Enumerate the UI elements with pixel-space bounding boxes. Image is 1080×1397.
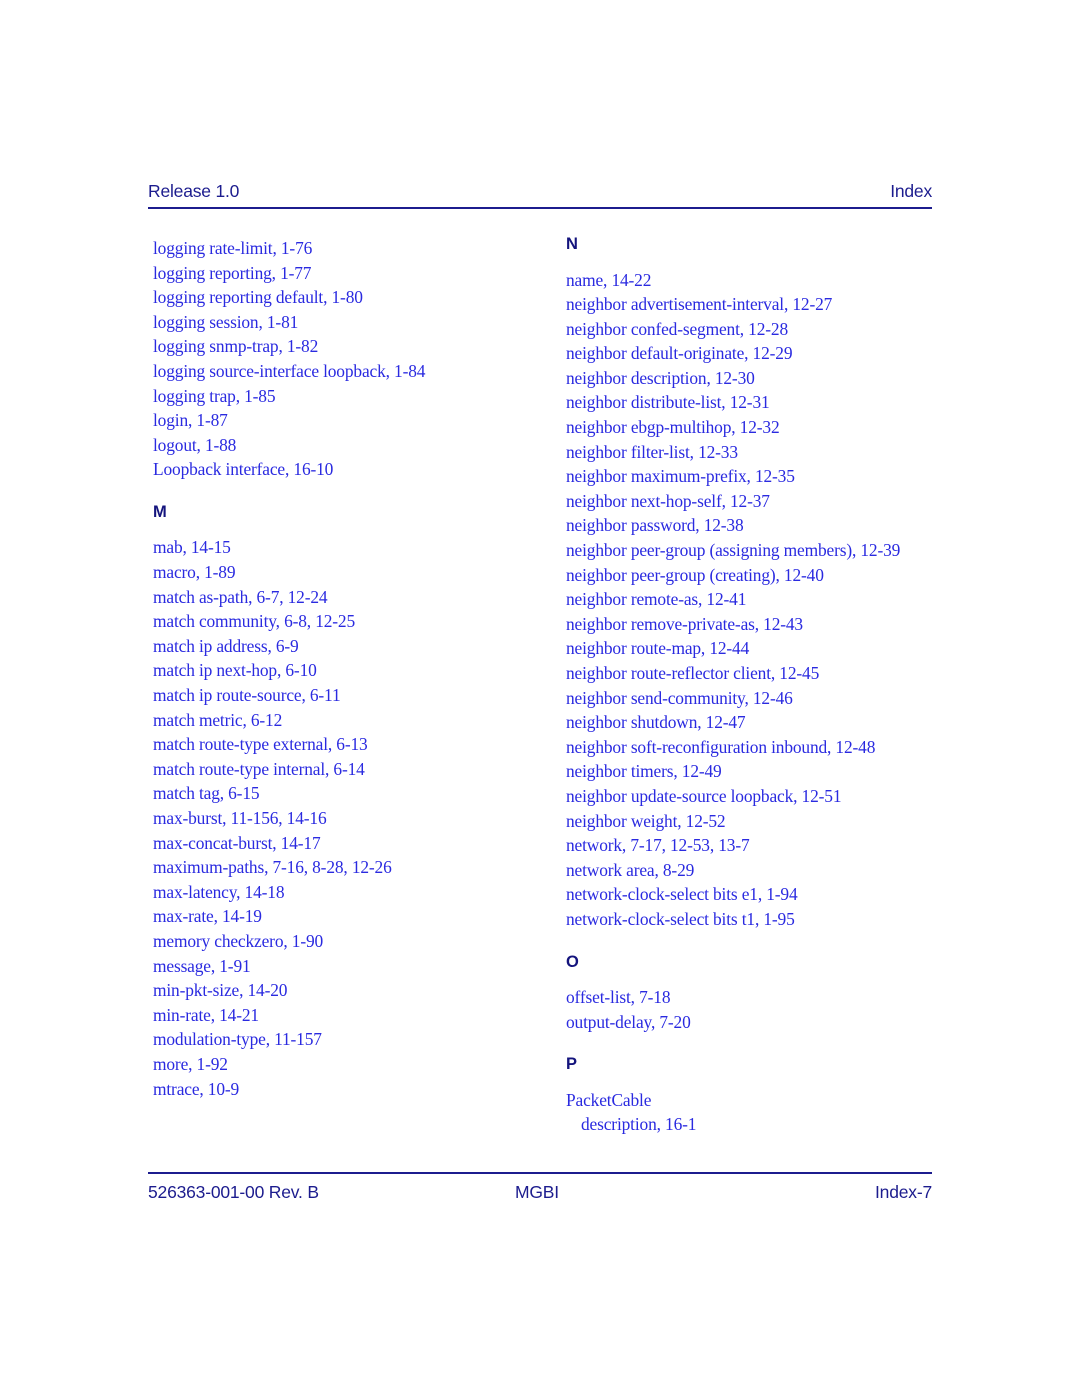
section-heading-o: O	[566, 952, 580, 971]
index-entry[interactable]: neighbor remote-as, 12-41	[566, 587, 946, 612]
index-entry[interactable]: min-rate, 14-21	[153, 1003, 533, 1028]
index-entry[interactable]: modulation-type, 11-157	[153, 1027, 533, 1052]
index-entry[interactable]: message, 1-91	[153, 954, 533, 979]
index-entry[interactable]: neighbor default-originate, 12-29	[566, 341, 946, 366]
header-rule	[148, 207, 932, 209]
footer-rule	[148, 1172, 932, 1174]
index-entry[interactable]: network-clock-select bits t1, 1-95	[566, 907, 946, 932]
index-entry[interactable]: neighbor password, 12-38	[566, 513, 946, 538]
index-entry[interactable]: neighbor filter-list, 12-33	[566, 440, 946, 465]
index-entry[interactable]: max-concat-burst, 14-17	[153, 831, 533, 856]
footer-document-number: 526363-001-00 Rev. B	[148, 1182, 319, 1202]
index-entry[interactable]: neighbor weight, 12-52	[566, 809, 946, 834]
index-entry[interactable]: more, 1-92	[153, 1052, 533, 1077]
index-entry[interactable]: macro, 1-89	[153, 560, 533, 585]
index-entry[interactable]: name, 14-22	[566, 268, 946, 293]
index-entry[interactable]: memory checkzero, 1-90	[153, 929, 533, 954]
index-entry[interactable]: neighbor maximum-prefix, 12-35	[566, 464, 946, 489]
index-entry[interactable]: neighbor send-community, 12-46	[566, 686, 946, 711]
index-subentry[interactable]: description, 16-1	[566, 1112, 946, 1137]
index-entry[interactable]: match metric, 6-12	[153, 708, 533, 733]
index-entry[interactable]: neighbor route-map, 12-44	[566, 636, 946, 661]
index-entry[interactable]: logout, 1-88	[153, 433, 533, 458]
running-header-right: Index	[890, 181, 932, 201]
index-entry[interactable]: max-rate, 14-19	[153, 904, 533, 929]
index-entry[interactable]: match ip route-source, 6-11	[153, 683, 533, 708]
index-entry[interactable]: output-delay, 7-20	[566, 1010, 946, 1035]
index-entry[interactable]: neighbor ebgp-multihop, 12-32	[566, 415, 946, 440]
index-entry[interactable]: network area, 8-29	[566, 858, 946, 883]
index-entry[interactable]: min-pkt-size, 14-20	[153, 978, 533, 1003]
index-entry[interactable]: login, 1-87	[153, 408, 533, 433]
index-entry[interactable]: neighbor peer-group (creating), 12-40	[566, 563, 946, 588]
index-entry[interactable]: neighbor peer-group (assigning members),…	[566, 538, 946, 563]
index-entry[interactable]: neighbor shutdown, 12-47	[566, 710, 946, 735]
index-entry[interactable]: PacketCable	[566, 1088, 946, 1113]
footer-page-number: Index-7	[875, 1182, 932, 1202]
index-page: Release 1.0 Index logging rate-limit, 1-…	[0, 0, 1080, 1397]
index-entry[interactable]: maximum-paths, 7-16, 8-28, 12-26	[153, 855, 533, 880]
section-heading-m: M	[153, 502, 167, 521]
index-entry[interactable]: Loopback interface, 16-10	[153, 457, 533, 482]
index-entry[interactable]: neighbor soft-reconfiguration inbound, 1…	[566, 735, 946, 760]
index-entry[interactable]: max-latency, 14-18	[153, 880, 533, 905]
index-entry[interactable]: match ip next-hop, 6-10	[153, 658, 533, 683]
index-entry[interactable]: match route-type external, 6-13	[153, 732, 533, 757]
index-entry[interactable]: match tag, 6-15	[153, 781, 533, 806]
index-entry[interactable]: logging reporting, 1-77	[153, 261, 533, 286]
index-column-left: logging rate-limit, 1-76 logging reportin…	[153, 236, 533, 1101]
index-entry[interactable]: neighbor description, 12-30	[566, 366, 946, 391]
index-entry[interactable]: logging source-interface loopback, 1-84	[153, 359, 533, 384]
index-entry[interactable]: match ip address, 6-9	[153, 634, 533, 659]
footer-center-label: MGBI	[515, 1182, 559, 1202]
index-entry[interactable]: mab, 14-15	[153, 535, 533, 560]
index-entry[interactable]: neighbor advertisement-interval, 12-27	[566, 292, 946, 317]
index-entry[interactable]: logging session, 1-81	[153, 310, 533, 335]
index-entry[interactable]: match route-type internal, 6-14	[153, 757, 533, 782]
index-entry[interactable]: neighbor next-hop-self, 12-37	[566, 489, 946, 514]
index-entry[interactable]: logging trap, 1-85	[153, 384, 533, 409]
section-heading-n: N	[566, 235, 579, 253]
index-entry[interactable]: max-burst, 11-156, 14-16	[153, 806, 533, 831]
index-entry[interactable]: neighbor timers, 12-49	[566, 759, 946, 784]
index-entry[interactable]: network-clock-select bits e1, 1-94	[566, 882, 946, 907]
index-entry[interactable]: offset-list, 7-18	[566, 985, 946, 1010]
section-heading-p: P	[566, 1055, 578, 1074]
index-entry[interactable]: mtrace, 10-9	[153, 1077, 533, 1102]
index-entry[interactable]: logging rate-limit, 1-76	[153, 236, 533, 261]
index-entry[interactable]: logging snmp-trap, 1-82	[153, 334, 533, 359]
index-entry[interactable]: neighbor confed-segment, 12-28	[566, 317, 946, 342]
index-entry[interactable]: neighbor remove-private-as, 12-43	[566, 612, 946, 637]
index-entry[interactable]: match community, 6-8, 12-25	[153, 609, 533, 634]
index-entry[interactable]: network, 7-17, 12-53, 13-7	[566, 833, 946, 858]
index-entry[interactable]: neighbor distribute-list, 12-31	[566, 390, 946, 415]
running-header: Release 1.0 Index	[148, 176, 932, 202]
index-entry[interactable]: neighbor update-source loopback, 12-51	[566, 784, 946, 809]
index-column-right: Nname, 14-22 neighbor advertisement-inter…	[566, 236, 946, 1137]
index-entry[interactable]: logging reporting default, 1-80	[153, 285, 533, 310]
running-header-left: Release 1.0	[148, 181, 240, 201]
running-footer: 526363-001-00 Rev. B MGBI Index-7	[148, 1182, 932, 1208]
index-entry[interactable]: neighbor route-reflector client, 12-45	[566, 661, 946, 686]
index-entry[interactable]: match as-path, 6-7, 12-24	[153, 585, 533, 610]
